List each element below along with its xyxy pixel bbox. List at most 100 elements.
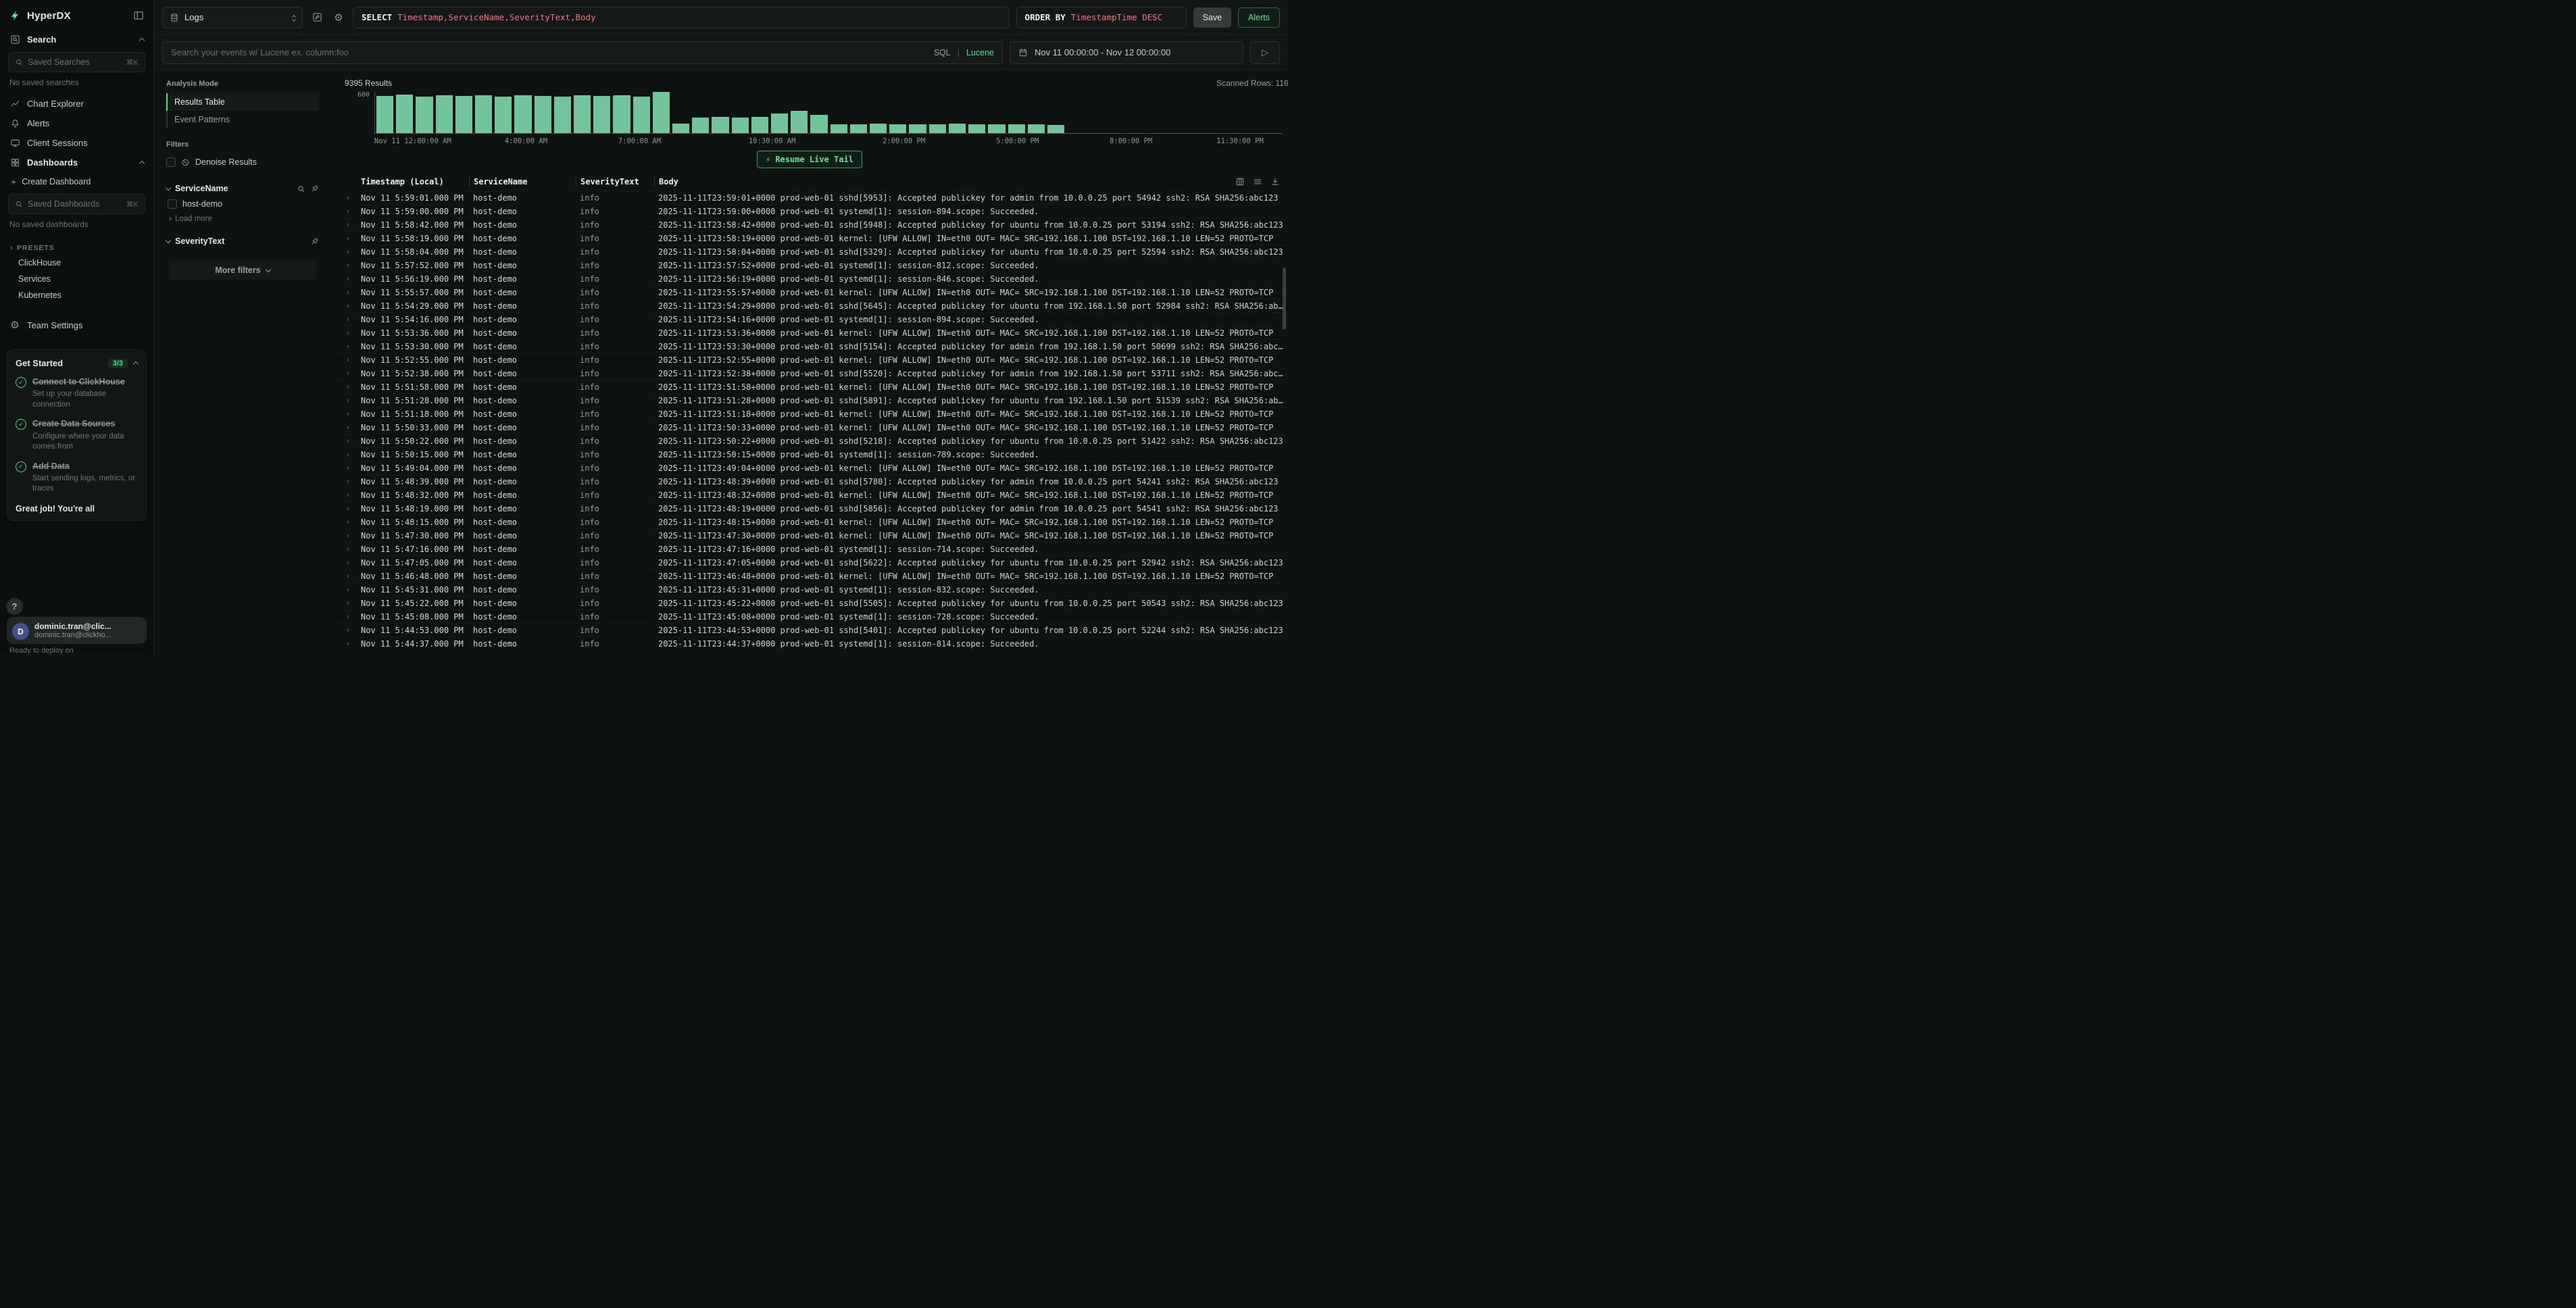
histogram-bar[interactable]: [732, 118, 749, 133]
preset-item-kubernetes[interactable]: Kubernetes: [0, 287, 153, 303]
mode-sql-toggle[interactable]: SQL: [934, 48, 951, 57]
row-expand-icon[interactable]: ›: [339, 245, 357, 258]
row-expand-icon[interactable]: ›: [339, 286, 357, 299]
table-row[interactable]: ›Nov 11 5:58:04.000 PMhost-demoinfo2025-…: [331, 245, 1288, 258]
create-dashboard-button[interactable]: + Create Dashboard: [0, 172, 153, 191]
histogram-bar[interactable]: [376, 96, 393, 133]
table-row[interactable]: ›Nov 11 5:53:30.000 PMhost-demoinfo2025-…: [331, 339, 1288, 353]
histogram-bar[interactable]: [593, 96, 610, 133]
row-expand-icon[interactable]: ›: [339, 367, 357, 380]
row-expand-icon[interactable]: ›: [339, 583, 357, 596]
pin-icon[interactable]: [310, 184, 319, 193]
row-expand-icon[interactable]: ›: [339, 529, 357, 542]
pin-icon[interactable]: [310, 237, 319, 246]
saved-searches-field[interactable]: [28, 57, 122, 67]
event-search-input[interactable]: [171, 47, 927, 57]
row-expand-icon[interactable]: ›: [339, 624, 357, 636]
row-expand-icon[interactable]: ›: [339, 407, 357, 420]
histogram-bar[interactable]: [988, 124, 1005, 133]
row-expand-icon[interactable]: ›: [339, 570, 357, 582]
table-row[interactable]: ›Nov 11 5:48:39.000 PMhost-demoinfo2025-…: [331, 474, 1288, 488]
more-filters-button[interactable]: More filters: [169, 261, 316, 280]
table-row[interactable]: ›Nov 11 5:48:32.000 PMhost-demoinfo2025-…: [331, 488, 1288, 501]
search-icon[interactable]: [297, 184, 305, 193]
histogram-bar[interactable]: [771, 114, 788, 133]
row-expand-icon[interactable]: ›: [339, 205, 357, 218]
edit-source-icon[interactable]: [309, 10, 324, 25]
sql-select-editor[interactable]: SELECT Timestamp,ServiceName,SeverityTex…: [353, 7, 1010, 28]
order-by-editor[interactable]: ORDER BY TimestampTime DESC: [1016, 7, 1187, 28]
histogram-bar[interactable]: [574, 95, 591, 133]
histogram-bar[interactable]: [554, 97, 571, 133]
gear-icon[interactable]: ⚙: [331, 10, 346, 25]
get-started-header[interactable]: Get Started 3/3: [16, 358, 138, 368]
table-row[interactable]: ›Nov 11 5:53:36.000 PMhost-demoinfo2025-…: [331, 326, 1288, 339]
table-row[interactable]: ›Nov 11 5:52:38.000 PMhost-demoinfo2025-…: [331, 366, 1288, 380]
sidebar-item-client-sessions[interactable]: Client Sessions: [0, 133, 153, 153]
row-expand-icon[interactable]: ›: [339, 299, 357, 312]
saved-dashboards-input[interactable]: ⌘K: [8, 194, 145, 214]
get-started-step-add-data[interactable]: ✓ Add Data Start sending logs, metrics, …: [16, 461, 138, 495]
date-range-picker[interactable]: Nov 11 00:00:00 - Nov 12 00:00:00: [1010, 41, 1243, 64]
save-button[interactable]: Save: [1193, 7, 1232, 28]
histogram-bar[interactable]: [436, 95, 453, 133]
saved-searches-input[interactable]: ⌘K: [8, 52, 145, 72]
histogram-bar[interactable]: [712, 117, 728, 133]
presets-section-header[interactable]: PRESETS: [0, 236, 153, 255]
table-row[interactable]: ›Nov 11 5:50:33.000 PMhost-demoinfo2025-…: [331, 420, 1288, 434]
mode-lucene-toggle[interactable]: Lucene: [966, 48, 994, 57]
row-expand-icon[interactable]: ›: [339, 340, 357, 353]
get-started-step-connect[interactable]: ✓ Connect to ClickHouse Set up your data…: [16, 376, 138, 410]
table-row[interactable]: ›Nov 11 5:59:01.000 PMhost-demoinfo2025-…: [331, 191, 1288, 204]
histogram-bar[interactable]: [909, 124, 926, 133]
row-expand-icon[interactable]: ›: [339, 380, 357, 393]
resume-live-tail-button[interactable]: ⚡ Resume Live Tail: [757, 151, 862, 168]
vertical-scrollbar[interactable]: [1283, 268, 1286, 330]
row-expand-icon[interactable]: ›: [339, 191, 357, 204]
histogram-bar[interactable]: [613, 95, 630, 133]
table-row[interactable]: ›Nov 11 5:46:48.000 PMhost-demoinfo2025-…: [331, 569, 1288, 582]
facet-group-servicename[interactable]: ServiceName: [166, 181, 319, 196]
table-row[interactable]: ›Nov 11 5:49:04.000 PMhost-demoinfo2025-…: [331, 461, 1288, 474]
histogram-bar[interactable]: [791, 111, 808, 133]
histogram-bar[interactable]: [672, 124, 689, 133]
sidebar-collapse-icon[interactable]: [133, 10, 144, 21]
sidebar-item-dashboards[interactable]: Dashboards: [0, 153, 153, 172]
mode-results-table[interactable]: Results Table: [166, 93, 319, 111]
preset-item-clickhouse[interactable]: ClickHouse: [0, 255, 153, 271]
histogram-bar[interactable]: [1008, 124, 1025, 133]
histogram-bar[interactable]: [949, 124, 966, 133]
row-expand-icon[interactable]: ›: [339, 394, 357, 407]
row-expand-icon[interactable]: ›: [339, 475, 357, 488]
table-row[interactable]: ›Nov 11 5:45:08.000 PMhost-demoinfo2025-…: [331, 609, 1288, 623]
histogram-bar[interactable]: [831, 124, 847, 133]
sidebar-item-team-settings[interactable]: ⚙ Team Settings: [0, 314, 153, 336]
chevron-up-icon[interactable]: [133, 361, 139, 367]
row-expand-icon[interactable]: ›: [339, 597, 357, 609]
facet-group-severitytext[interactable]: SeverityText: [166, 234, 319, 249]
histogram-bar[interactable]: [653, 92, 670, 133]
histogram-bar[interactable]: [929, 124, 946, 133]
table-row[interactable]: ›Nov 11 5:44:53.000 PMhost-demoinfo2025-…: [331, 623, 1288, 636]
histogram-bar[interactable]: [475, 95, 492, 133]
histogram-bar[interactable]: [850, 124, 867, 133]
row-expand-icon[interactable]: ›: [339, 461, 357, 474]
facet-option-host-demo[interactable]: host-demo: [166, 196, 319, 212]
mode-event-patterns[interactable]: Event Patterns: [166, 111, 319, 128]
source-select[interactable]: Logs: [162, 7, 303, 28]
table-row[interactable]: ›Nov 11 5:58:42.000 PMhost-demoinfo2025-…: [331, 218, 1288, 231]
row-expand-icon[interactable]: ›: [339, 259, 357, 272]
histogram-bar[interactable]: [495, 97, 512, 133]
table-row[interactable]: ›Nov 11 5:52:55.000 PMhost-demoinfo2025-…: [331, 353, 1288, 366]
download-icon[interactable]: [1270, 177, 1280, 186]
row-expand-icon[interactable]: ›: [339, 488, 357, 501]
event-search-box[interactable]: SQL | Lucene: [162, 41, 1003, 64]
row-expand-icon[interactable]: ›: [339, 448, 357, 461]
chevron-up-icon[interactable]: [139, 38, 145, 43]
row-expand-icon[interactable]: ›: [339, 543, 357, 555]
row-expand-icon[interactable]: ›: [339, 218, 357, 231]
table-columns-icon[interactable]: [1235, 177, 1245, 186]
checkbox[interactable]: [166, 157, 176, 167]
histogram-bar[interactable]: [810, 115, 827, 133]
sidebar-item-search[interactable]: Search: [0, 30, 153, 49]
